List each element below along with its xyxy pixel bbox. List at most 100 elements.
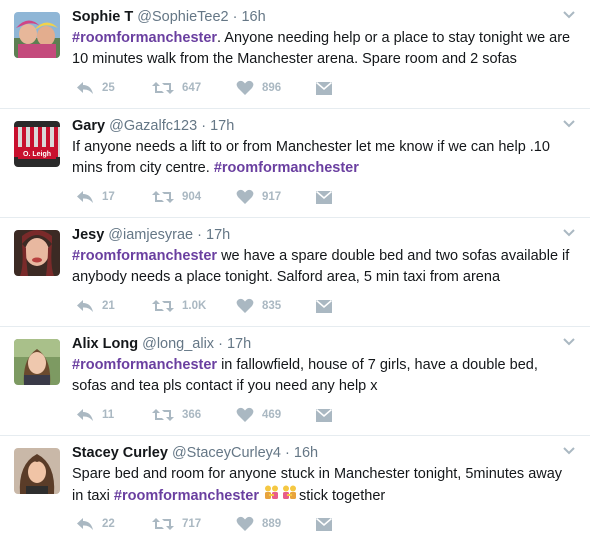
avatar-shirt-text: O. Leigh [23, 151, 51, 158]
tweet-header: Sophie T @SophieTee2 · 16h [72, 7, 550, 27]
separator-dot: · [197, 227, 202, 243]
direct-message-button[interactable] [316, 405, 340, 425]
avatar[interactable] [14, 448, 60, 494]
user-handle[interactable]: @StaceyCurley4 [172, 445, 281, 461]
reply-button[interactable]: 25 [76, 78, 115, 98]
people-holding-hands-emoji [265, 485, 296, 499]
avatar[interactable] [14, 230, 60, 276]
reply-icon [77, 300, 93, 312]
chevron-down-icon[interactable] [562, 10, 576, 20]
like-button[interactable]: 896 [236, 78, 281, 98]
tweet-header: Jesy @iamjesyrae · 17h [72, 225, 550, 245]
retweet-button[interactable]: 717 [152, 514, 201, 534]
tweet-text: #roomformanchester we have a spare doubl… [72, 246, 576, 288]
tweet-text: If anyone needs a lift to or from Manche… [72, 137, 576, 179]
retweet-count: 904 [182, 191, 202, 203]
reply-icon [77, 191, 93, 203]
tweet-actions: 21 1.0K 835 [76, 296, 376, 316]
like-icon [236, 189, 254, 204]
like-button[interactable]: 917 [236, 187, 281, 207]
tweet-item[interactable]: O. Leigh Gary @Gazalfc123 · 17h If anyon… [0, 109, 590, 218]
tweet-header: Alix Long @long_alix · 17h [72, 334, 550, 354]
separator-dot: · [285, 445, 290, 461]
display-name[interactable]: Jesy [72, 227, 104, 243]
like-icon [236, 516, 254, 531]
retweet-count: 366 [182, 409, 202, 421]
timestamp[interactable]: 16h [241, 9, 265, 25]
retweet-count: 647 [182, 82, 202, 94]
tweet-actions: 11 366 469 [76, 405, 376, 425]
retweet-count: 1.0K [182, 300, 207, 312]
tweet-actions: 17 904 917 [76, 187, 376, 207]
tweet-actions: 25 647 896 [76, 78, 376, 98]
reply-button[interactable]: 17 [76, 187, 115, 207]
direct-message-icon [316, 299, 332, 313]
direct-message-icon [316, 408, 332, 422]
retweet-icon [152, 82, 174, 94]
separator-dot: · [218, 336, 223, 352]
direct-message-button[interactable] [316, 78, 340, 98]
reply-count: 17 [102, 191, 115, 203]
chevron-down-icon[interactable] [562, 446, 576, 456]
hashtag-link[interactable]: #roomformanchester [214, 160, 359, 176]
timestamp[interactable]: 17h [227, 336, 251, 352]
retweet-button[interactable]: 366 [152, 405, 201, 425]
retweet-icon [152, 518, 174, 530]
retweet-button[interactable]: 904 [152, 187, 201, 207]
tweet-item[interactable]: Alix Long @long_alix · 17h #roomformanch… [0, 327, 590, 436]
like-count: 896 [262, 82, 282, 94]
direct-message-icon [316, 190, 332, 204]
tweet-item[interactable]: Jesy @iamjesyrae · 17h #roomformancheste… [0, 218, 590, 327]
timestamp[interactable]: 17h [210, 118, 234, 134]
like-count: 469 [262, 409, 282, 421]
like-icon [236, 298, 254, 313]
retweet-icon [152, 191, 174, 203]
avatar[interactable]: O. Leigh [14, 121, 60, 167]
retweet-button[interactable]: 1.0K [152, 296, 206, 316]
timestamp[interactable]: 16h [294, 445, 318, 461]
tweet-item[interactable]: Sophie T @SophieTee2 · 16h #roomformanch… [0, 0, 590, 109]
chevron-down-icon[interactable] [562, 119, 576, 129]
reply-icon [77, 409, 93, 421]
like-count: 889 [262, 518, 282, 530]
direct-message-button[interactable] [316, 514, 340, 534]
reply-count: 25 [102, 82, 115, 94]
timestamp[interactable]: 17h [206, 227, 230, 243]
display-name[interactable]: Stacey Curley [72, 445, 168, 461]
avatar[interactable] [14, 339, 60, 385]
tweet-timeline: Sophie T @SophieTee2 · 16h #roomformanch… [0, 0, 590, 546]
user-handle[interactable]: @long_alix [142, 336, 214, 352]
display-name[interactable]: Gary [72, 118, 105, 134]
user-handle[interactable]: @SophieTee2 [137, 9, 228, 25]
reply-button[interactable]: 21 [76, 296, 115, 316]
reply-button[interactable]: 22 [76, 514, 115, 534]
like-button[interactable]: 835 [236, 296, 281, 316]
reply-button[interactable]: 11 [76, 405, 114, 425]
display-name[interactable]: Alix Long [72, 336, 138, 352]
like-icon [236, 80, 254, 95]
like-button[interactable]: 889 [236, 514, 281, 534]
hashtag-link[interactable]: #roomformanchester [72, 248, 217, 264]
user-handle[interactable]: @iamjesyrae [108, 227, 193, 243]
display-name[interactable]: Sophie T [72, 9, 133, 25]
direct-message-button[interactable] [316, 296, 340, 316]
tweet-text: #roomformanchester. Anyone needing help … [72, 28, 576, 70]
chevron-down-icon[interactable] [562, 228, 576, 238]
avatar[interactable] [14, 12, 60, 58]
direct-message-icon [316, 517, 332, 531]
like-count: 917 [262, 191, 282, 203]
hashtag-link[interactable]: #roomformanchester [114, 488, 259, 504]
like-button[interactable]: 469 [236, 405, 281, 425]
direct-message-button[interactable] [316, 187, 340, 207]
chevron-down-icon[interactable] [562, 337, 576, 347]
separator-dot: · [201, 118, 207, 134]
tweet-text: Spare bed and room for anyone stuck in M… [72, 464, 576, 507]
hashtag-link[interactable]: #roomformanchester [72, 30, 217, 46]
hashtag-link[interactable]: #roomformanchester [72, 357, 217, 373]
reply-count: 11 [102, 409, 115, 421]
retweet-icon [152, 409, 174, 421]
tweet-item[interactable]: Stacey Curley @StaceyCurley4 · 16h Spare… [0, 436, 590, 545]
user-handle[interactable]: @Gazalfc123 [109, 118, 197, 134]
retweet-button[interactable]: 647 [152, 78, 201, 98]
retweet-icon [152, 300, 174, 312]
